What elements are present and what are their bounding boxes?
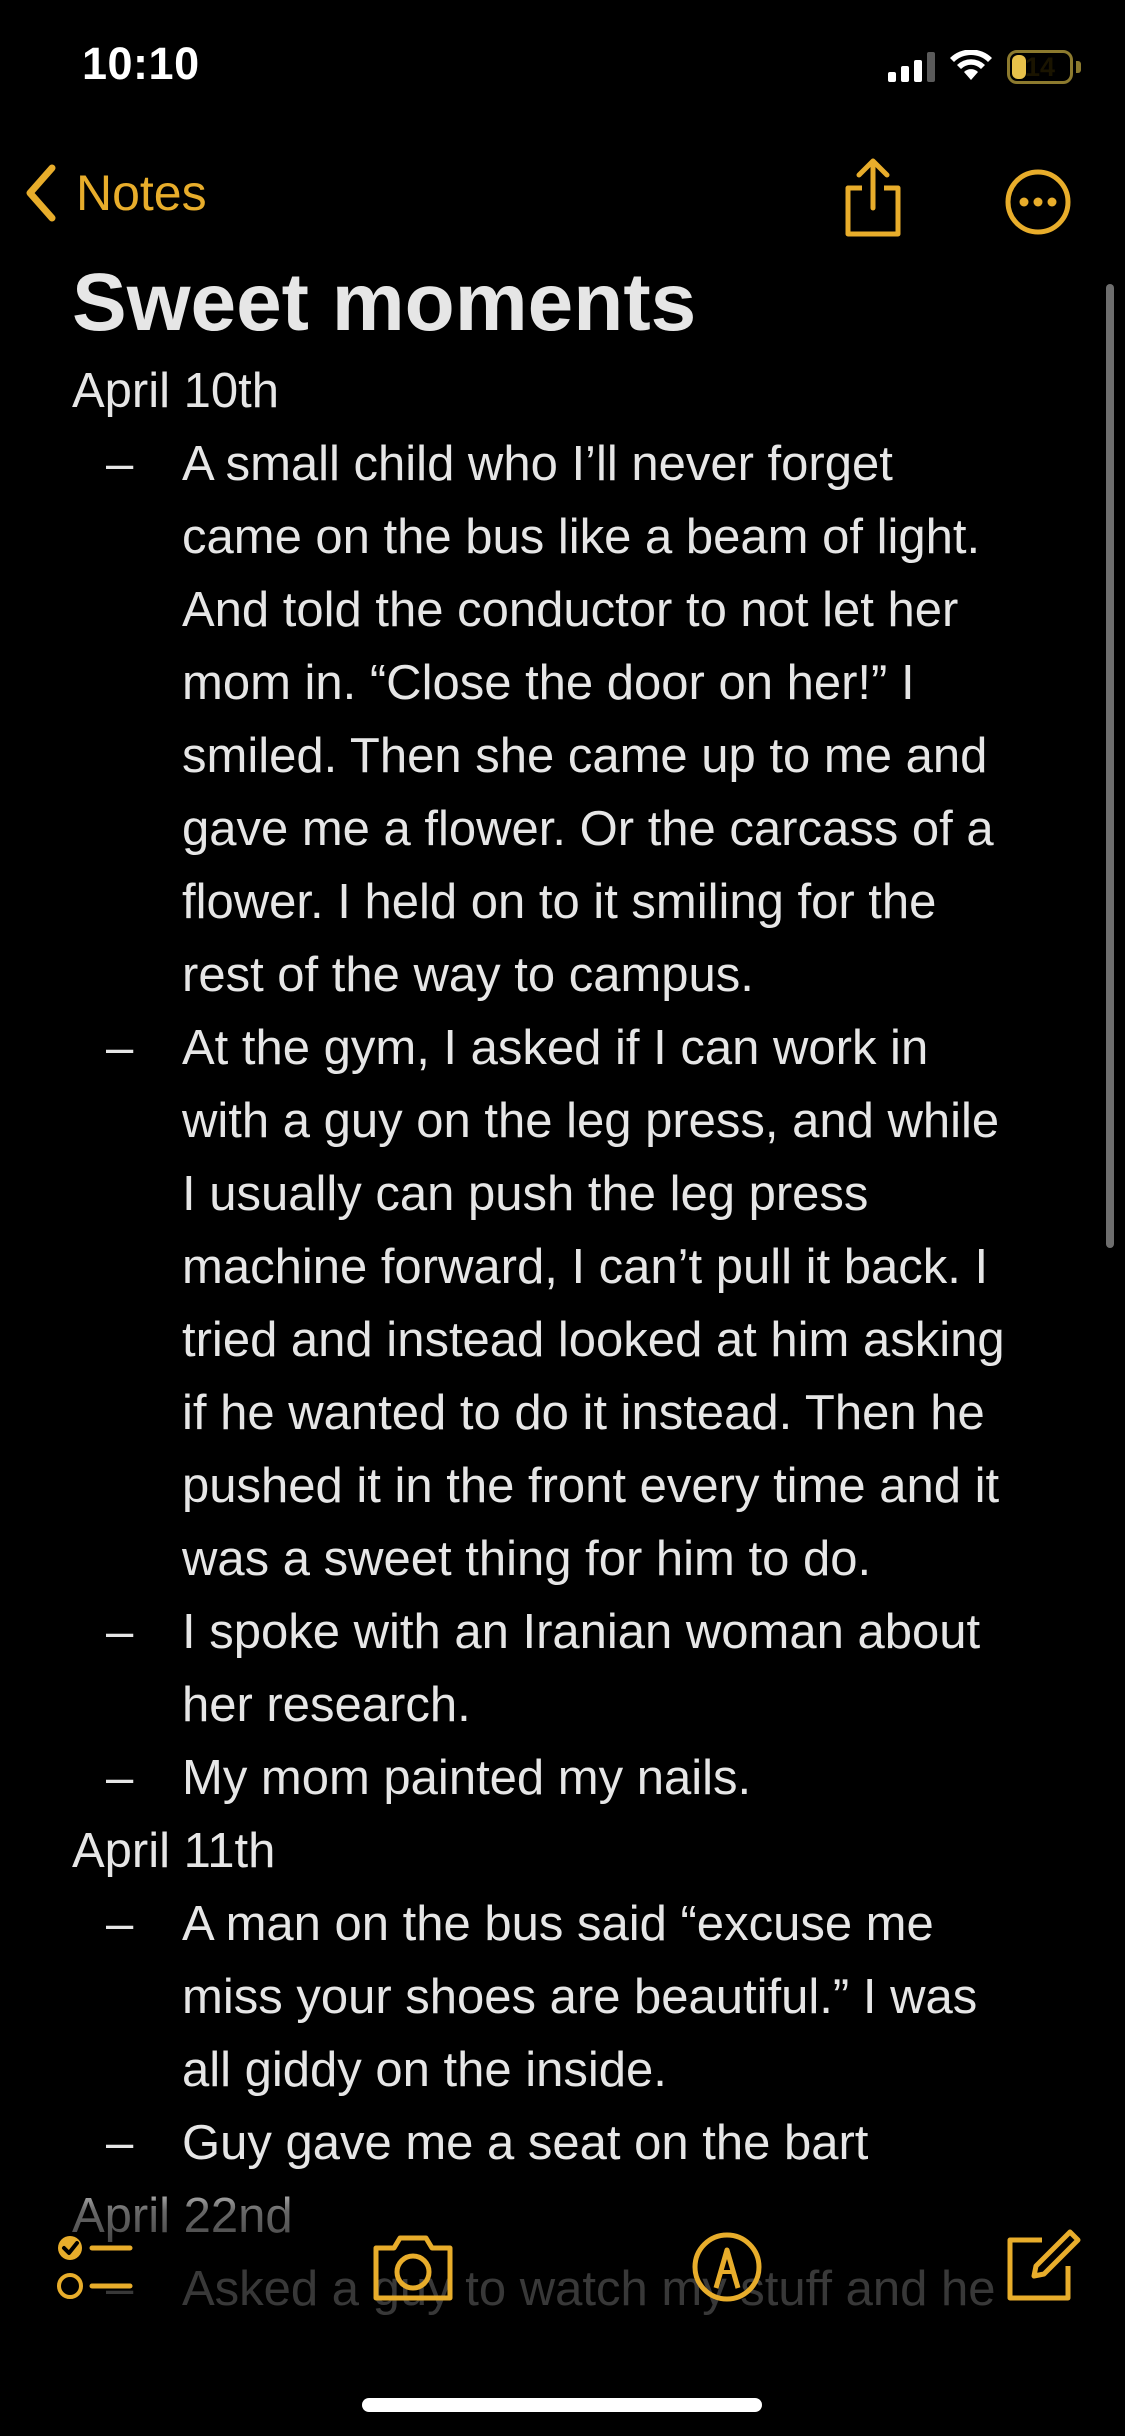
status-icons: 14	[888, 50, 1081, 84]
list-item-text: A man on the bus said “excuse me miss yo…	[182, 1897, 978, 2097]
share-button[interactable]	[840, 156, 906, 240]
list-item-text: My mom painted my nails.	[182, 1751, 752, 1805]
checklist-button[interactable]	[52, 2222, 142, 2312]
navigation-bar: Notes	[0, 150, 1125, 250]
scrollbar[interactable]	[1106, 284, 1114, 1248]
camera-icon	[373, 2235, 453, 2301]
compose-button[interactable]	[996, 2222, 1086, 2312]
back-label: Notes	[76, 165, 207, 221]
markup-button[interactable]	[682, 2222, 772, 2312]
list-item-text: A small child who I’ll never forget came…	[182, 437, 994, 1002]
compose-icon	[1007, 2229, 1081, 2301]
date-heading[interactable]: April 10th	[72, 355, 1072, 428]
bullet-list: – A small child who I’ll never forget ca…	[72, 428, 1072, 1815]
bullet-dash: –	[106, 1021, 134, 1075]
wifi-icon	[950, 50, 992, 80]
cellular-signal-icon	[888, 52, 935, 82]
list-item[interactable]: – A man on the bus said “excuse me miss …	[72, 1888, 1012, 2107]
list-item-text: I spoke with an Iranian woman about her …	[182, 1605, 981, 1732]
status-time: 10:10	[82, 38, 200, 89]
note-body[interactable]: Sweet moments April 10th – A small child…	[72, 255, 1072, 2436]
chevron-left-icon	[26, 164, 56, 222]
list-item-text: At the gym, I asked if I can work in wit…	[182, 1021, 1005, 1586]
camera-button[interactable]	[368, 2222, 458, 2312]
bullet-dash: –	[106, 1897, 134, 1951]
home-indicator[interactable]	[362, 2398, 762, 2412]
bottom-toolbar	[0, 2222, 1125, 2322]
list-item[interactable]: – I spoke with an Iranian woman about he…	[72, 1596, 1012, 1742]
battery-level: 14	[1024, 52, 1056, 82]
list-item[interactable]: – At the gym, I asked if I can work in w…	[72, 1012, 1012, 1596]
more-options-button[interactable]	[1004, 168, 1072, 236]
bullet-list: – A man on the bus said “excuse me miss …	[72, 1888, 1072, 2180]
battery-tip	[1076, 61, 1081, 73]
battery-icon: 14	[1007, 50, 1073, 84]
note-title[interactable]: Sweet moments	[72, 255, 1072, 351]
bullet-dash: –	[106, 1751, 134, 1805]
markup-pen-icon	[692, 2232, 762, 2302]
back-button[interactable]: Notes	[24, 164, 207, 222]
bullet-dash: –	[106, 1605, 134, 1659]
list-item[interactable]: – A small child who I’ll never forget ca…	[72, 428, 1012, 1012]
bullet-dash: –	[106, 2116, 134, 2170]
list-item[interactable]: – Guy gave me a seat on the bart	[72, 2107, 1012, 2180]
ellipsis-circle-icon	[1005, 169, 1071, 235]
list-item[interactable]: – My mom painted my nails.	[72, 1742, 1012, 1815]
checklist-icon	[57, 2236, 133, 2299]
status-bar: 10:10 14	[0, 0, 1125, 140]
share-icon	[845, 158, 901, 237]
bullet-dash: –	[106, 437, 134, 491]
list-item-text: Guy gave me a seat on the bart	[182, 2116, 869, 2170]
date-heading[interactable]: April 11th	[72, 1815, 1072, 1888]
